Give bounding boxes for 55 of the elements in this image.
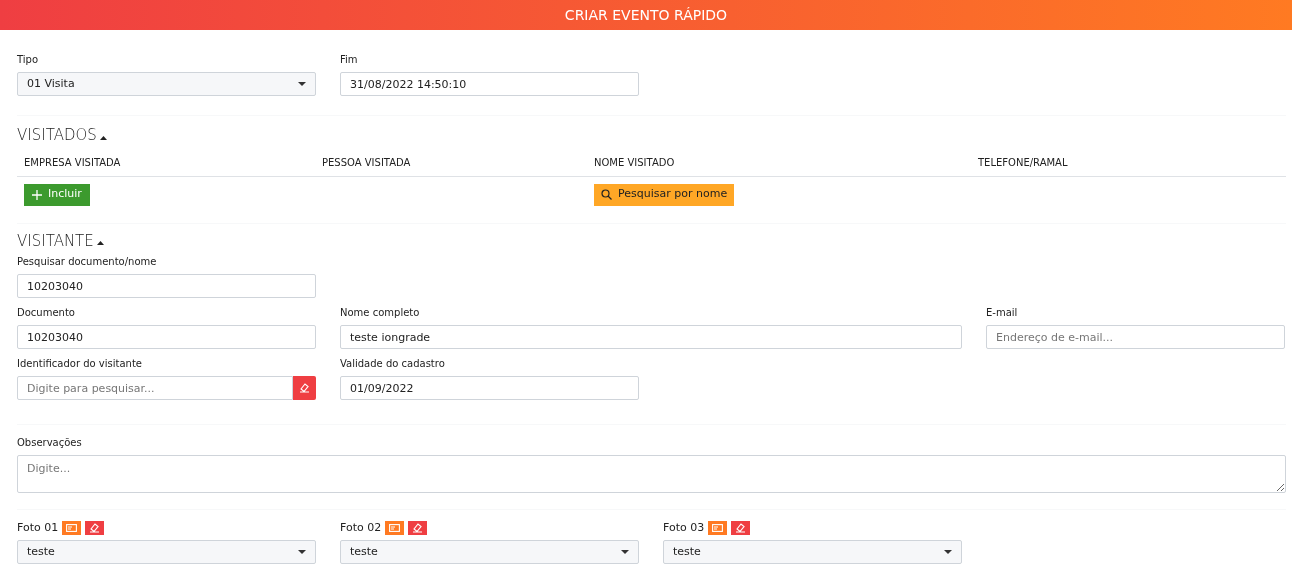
field-label: Foto 03 — [663, 519, 705, 536]
field-label: Validade do cadastro — [340, 357, 446, 371]
field-label: Observações — [17, 436, 83, 450]
caret-icon — [621, 550, 629, 554]
id-card-icon — [712, 523, 724, 532]
input-field[interactable]: teste iongrade — [340, 325, 962, 349]
field-label: Tipo — [17, 53, 40, 67]
field-label: Fim — [340, 53, 359, 67]
field-label: Identificador do visitante — [17, 357, 143, 371]
caret-icon — [944, 550, 952, 554]
field-label: E-mail — [986, 306, 1019, 320]
clear-button[interactable] — [293, 376, 316, 400]
id-card-icon — [389, 523, 401, 532]
select-field[interactable]: teste — [17, 540, 316, 564]
select-field[interactable]: teste — [340, 540, 639, 564]
section-title: VISITADOS — [17, 125, 97, 146]
id-card-icon — [66, 523, 78, 532]
field-label: Foto 01 — [17, 519, 59, 536]
field-label: Pesquisar documento/nome — [17, 255, 158, 269]
input-field[interactable]: 10203040 — [17, 274, 316, 298]
plus-icon — [32, 189, 42, 200]
select-field[interactable]: teste — [663, 540, 962, 564]
eraser-icon — [89, 522, 101, 533]
input-field[interactable]: Endereço de e-mail... — [986, 325, 1285, 349]
column-header: EMPRESA VISITADA — [23, 155, 122, 170]
search-icon — [601, 189, 612, 200]
collapse-caret-icon[interactable] — [99, 135, 107, 140]
field-label: Documento — [17, 306, 76, 320]
eraser-icon — [735, 522, 747, 533]
column-header: TELEFONE/RAMAL — [977, 155, 1069, 170]
page-title: CRIAR EVENTO RÁPIDO — [564, 5, 728, 25]
clear-button[interactable] — [731, 520, 751, 535]
select-field[interactable]: 01 Visita — [17, 72, 316, 96]
collapse-caret-icon[interactable] — [96, 241, 104, 246]
input-field[interactable]: 31/08/2022 14:50:10 — [340, 72, 639, 96]
section-title: VISITANTE — [17, 230, 94, 252]
input-field[interactable]: 10203040 — [17, 325, 316, 349]
search-field[interactable]: Digite para pesquisar... — [17, 376, 293, 400]
search-button[interactable]: Pesquisar por nome — [594, 183, 735, 206]
input-field[interactable]: 01/09/2022 — [340, 376, 639, 400]
caret-icon — [298, 550, 306, 554]
column-header: PESSOA VISITADA — [321, 155, 412, 170]
field-label: Foto 02 — [340, 519, 382, 536]
add-button[interactable]: Incluir — [24, 183, 90, 206]
column-header: NOME VISITADO — [593, 155, 676, 170]
card-button[interactable] — [708, 520, 728, 535]
clear-button[interactable] — [408, 520, 428, 535]
card-button[interactable] — [62, 520, 82, 535]
notes-field[interactable]: Digite... — [17, 455, 1286, 493]
eraser-icon — [299, 383, 310, 393]
field-label: Nome completo — [340, 306, 421, 320]
eraser-icon — [412, 522, 424, 533]
clear-button[interactable] — [85, 520, 105, 535]
caret-icon — [298, 82, 306, 86]
card-button[interactable] — [385, 520, 405, 535]
